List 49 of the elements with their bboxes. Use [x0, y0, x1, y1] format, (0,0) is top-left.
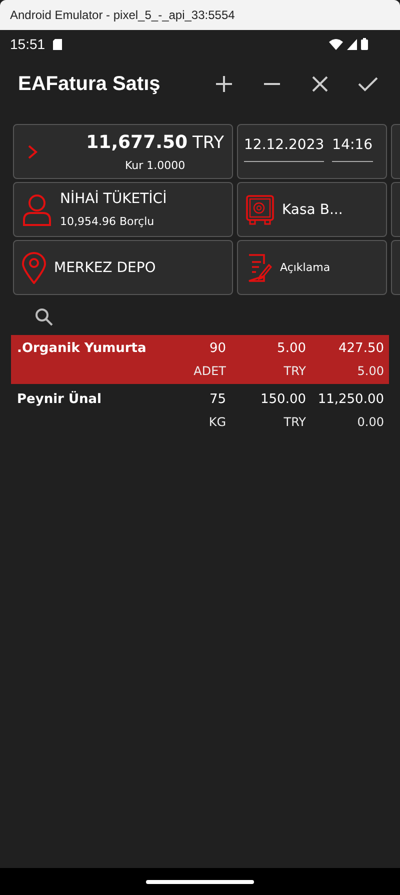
total-card[interactable]: 11,677.50 TRY Kur 1.0000: [13, 124, 233, 179]
item-row[interactable]: Peynir Ünal 75 150.00 11,250.00 KG TRY 0.00: [11, 386, 389, 435]
item-total: 11,250.00: [316, 392, 384, 407]
item-name: .Organik Yumurta: [17, 341, 148, 356]
item-unit: ADET: [192, 364, 226, 378]
location-pin-icon: [22, 252, 46, 284]
customer-balance: 10,954.96 Borçlu: [60, 215, 156, 228]
customer-name: NİHAİ TÜKETİCİ: [60, 191, 167, 207]
chevron-icon: [28, 144, 38, 158]
customer-card[interactable]: NİHAİ TÜKETİCİ 10,954.96 Borçlu: [13, 182, 233, 237]
item-quantity: 90: [208, 341, 226, 356]
warehouse-card[interactable]: MERKEZ DEPO: [13, 240, 233, 295]
search-icon: [35, 308, 53, 326]
item-row[interactable]: .Organik Yumurta 90 5.00 427.50 ADET TRY 5.00: [11, 335, 389, 384]
app-title: EAFatura Satış: [18, 72, 160, 96]
item-currency: TRY: [282, 364, 306, 378]
window-title: Android Emulator - pixel_5_-_api_33:5554: [10, 8, 235, 22]
note-label: Açıklama: [280, 261, 330, 274]
wifi-icon: [329, 38, 343, 50]
item-name: Peynir Ünal: [17, 392, 103, 407]
item-price: 5.00: [276, 341, 306, 356]
cash-card[interactable]: Kasa B...: [237, 182, 387, 237]
item-discount: 0.00: [356, 415, 384, 429]
item-discount: 5.00: [356, 364, 384, 378]
cash-label: Kasa B...: [282, 202, 343, 218]
exchange-rate: Kur 1.0000: [124, 158, 186, 172]
sd-card-icon: [53, 38, 62, 50]
safe-icon: [246, 194, 274, 224]
item-total: 427.50: [338, 341, 384, 356]
date-field[interactable]: 12.12.2023: [244, 137, 324, 162]
item-quantity: 75: [208, 392, 226, 407]
warehouse-name: MERKEZ DEPO: [54, 260, 156, 276]
person-icon: [22, 194, 52, 226]
total-amount: 11,677.50: [86, 132, 188, 152]
item-currency: TRY: [282, 415, 306, 429]
signal-icon: [347, 38, 357, 50]
home-handle[interactable]: [146, 880, 254, 884]
status-time: 15:51: [10, 36, 46, 52]
plus-icon: [215, 75, 233, 93]
note-card[interactable]: Açıklama: [237, 240, 387, 295]
item-price: 150.00: [260, 392, 306, 407]
minus-icon: [264, 83, 280, 85]
time-field[interactable]: 14:16: [332, 137, 373, 162]
currency-label: TRY: [192, 132, 224, 152]
item-unit: KG: [208, 415, 226, 429]
checkmark-icon: [358, 75, 378, 93]
close-icon: [311, 75, 329, 93]
note-edit-icon: [246, 254, 272, 282]
battery-icon: [361, 38, 368, 50]
